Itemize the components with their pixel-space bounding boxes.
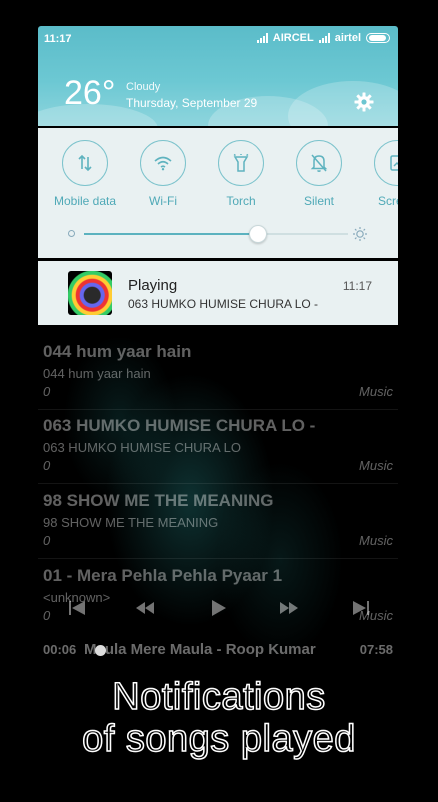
playback-controls xyxy=(38,596,398,622)
song-artist: 98 SHOW ME THE MEANING xyxy=(43,515,219,530)
weather-condition: Cloudy xyxy=(126,81,161,93)
seek-handle[interactable] xyxy=(95,645,106,656)
torch-icon xyxy=(233,153,249,172)
song-number: 0 xyxy=(43,384,51,399)
toggle-mobile-data[interactable]: Mobile data xyxy=(45,140,125,208)
song-genre: Music xyxy=(359,533,393,548)
toggle-label: Mobile data xyxy=(53,194,117,208)
toggle-label: Screen xyxy=(377,194,398,208)
promo-caption: Notifications of songs played xyxy=(0,675,438,761)
notification-title: Playing xyxy=(128,277,178,294)
wifi-icon xyxy=(154,156,172,171)
signal-icon xyxy=(256,33,268,43)
toggle-screenshot[interactable]: Screen xyxy=(357,140,398,208)
toggle-torch[interactable]: Torch xyxy=(201,140,281,208)
temperature: 26° xyxy=(64,74,116,112)
play-icon[interactable] xyxy=(207,598,229,618)
fast-forward-icon[interactable] xyxy=(278,598,300,618)
caption-line-1: Notifications xyxy=(112,675,326,719)
toggle-silent[interactable]: Silent xyxy=(279,140,359,208)
signal-icon xyxy=(318,33,330,43)
rewind-icon[interactable] xyxy=(134,598,156,618)
notification-shade-header: 11:17 AIRCEL airtel 26° Cloudy Thursday,… xyxy=(38,26,398,126)
total-time: 07:58 xyxy=(359,642,393,657)
quick-settings-panel: Mobile data Wi-Fi Torch Silent Scr xyxy=(38,128,398,258)
toggle-label: Silent xyxy=(303,194,335,208)
brightness-fill xyxy=(84,233,259,235)
carrier-2: airtel xyxy=(334,32,361,44)
brightness-high-icon xyxy=(353,227,367,241)
brightness-thumb[interactable] xyxy=(249,225,268,243)
skip-next-icon[interactable] xyxy=(350,598,372,618)
mobile-data-icon xyxy=(78,154,92,172)
screenshot-icon xyxy=(390,155,398,171)
caption-line-2: of songs played xyxy=(81,717,356,761)
elapsed-time: 00:06 xyxy=(43,642,77,657)
song-title: 01 - Mera Pehla Pehla Pyaar 1 xyxy=(43,566,283,585)
now-playing-title: Maula Mere Maula - Roop Kumar xyxy=(84,641,316,658)
status-time: 11:17 xyxy=(44,33,72,45)
song-title: 044 hum yaar hain xyxy=(43,342,192,361)
skip-previous-icon[interactable] xyxy=(66,598,88,618)
toggle-label: Wi-Fi xyxy=(149,194,177,208)
player-progress-row: 00:06 Maula Mere Maula - Roop Kumar 07:5… xyxy=(38,640,398,660)
music-notification[interactable]: Playing 063 HUMKO HUMISE CHURA LO - 11:1… xyxy=(38,261,398,325)
song-artist: 063 HUMKO HUMISE CHURA LO xyxy=(43,440,241,455)
battery-icon xyxy=(366,33,390,43)
silent-bell-icon xyxy=(310,154,328,172)
status-bar: 11:17 AIRCEL airtel xyxy=(38,26,398,52)
weather-date: Thursday, September 29 xyxy=(126,96,258,110)
song-title: 98 SHOW ME THE MEANING xyxy=(43,491,274,510)
toggle-wifi[interactable]: Wi-Fi xyxy=(123,140,203,208)
brightness-low-icon xyxy=(68,230,75,237)
song-title: 063 HUMKO HUMISE CHURA LO - xyxy=(43,416,316,435)
song-number: 0 xyxy=(43,533,51,548)
song-genre: Music xyxy=(359,384,393,399)
toggle-label: Torch xyxy=(226,194,256,208)
gear-icon[interactable] xyxy=(354,92,374,112)
list-item: 044 hum yaar hain 044 hum yaar hain 0 Mu… xyxy=(38,336,398,410)
notification-subtitle: 063 HUMKO HUMISE CHURA LO - xyxy=(128,297,319,311)
brightness-slider[interactable] xyxy=(68,225,368,243)
album-art xyxy=(68,271,112,315)
list-item: 98 SHOW ME THE MEANING 98 SHOW ME THE ME… xyxy=(38,485,398,559)
list-item: 063 HUMKO HUMISE CHURA LO - 063 HUMKO HU… xyxy=(38,410,398,484)
song-artist: 044 hum yaar hain xyxy=(43,366,151,381)
song-genre: Music xyxy=(359,458,393,473)
song-number: 0 xyxy=(43,458,51,473)
notification-time: 11:17 xyxy=(342,279,372,293)
carrier-1: AIRCEL xyxy=(272,32,314,44)
